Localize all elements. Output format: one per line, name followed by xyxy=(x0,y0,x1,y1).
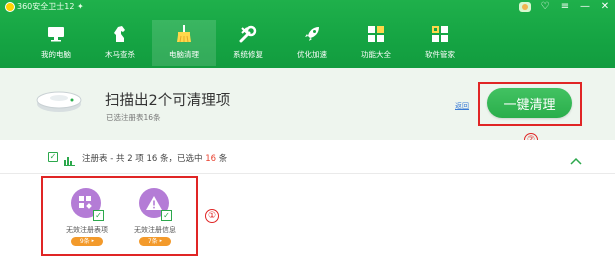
nav-item-all-features[interactable]: 功能大全 xyxy=(344,20,408,66)
selected-count: 16 xyxy=(205,154,217,164)
close-icon[interactable]: ✕ xyxy=(599,1,611,13)
nav-label: 软件管家 xyxy=(425,50,455,59)
category-checkbox[interactable]: ✓ xyxy=(48,152,58,162)
wrench-icon xyxy=(238,24,258,44)
category-count-suffix: 条 xyxy=(216,154,228,164)
top-bar: 360安全卫士12 ✦ ♡ ≡ — ✕ 我的电脑 木马查杀 电脑清理 系统修复 … xyxy=(0,0,615,68)
bar-chart-icon xyxy=(64,151,75,166)
nav-label: 功能大全 xyxy=(361,50,391,59)
scan-result-title: 扫描出2个可清理项 xyxy=(105,93,231,109)
chevron-up-icon[interactable] xyxy=(570,151,582,165)
app-logo-icon xyxy=(5,2,15,12)
cleaning-robot-icon xyxy=(36,80,82,114)
nav-label: 优化加速 xyxy=(297,50,327,59)
category-name: 注册表 xyxy=(82,154,108,164)
apps-grid-icon xyxy=(366,24,386,44)
return-link[interactable]: 返回 xyxy=(455,101,469,111)
nav-item-optimize[interactable]: 优化加速 xyxy=(280,20,344,66)
title-bar: 360安全卫士12 ✦ ♡ ≡ — ✕ xyxy=(0,0,615,14)
skin-icon[interactable]: ♡ xyxy=(539,1,551,13)
scan-result-subtitle: 已选注册表16条 xyxy=(106,113,161,122)
category-summary: 注册表 - 共 2 项 16 条，已选中 16 条 xyxy=(82,152,227,164)
horse-icon xyxy=(110,24,130,44)
category-count-text: - 共 2 项 16 条，已选中 xyxy=(107,154,206,164)
broom-icon xyxy=(174,24,194,44)
annotation-box-clean-button xyxy=(478,82,582,126)
nav-item-trojan-scan[interactable]: 木马查杀 xyxy=(88,20,152,66)
nav-item-pc-cleanup[interactable]: 电脑清理 xyxy=(152,20,216,66)
annotation-marker-1: ① xyxy=(205,209,219,223)
nav-item-system-repair[interactable]: 系统修复 xyxy=(216,20,280,66)
nav-label: 电脑清理 xyxy=(169,50,199,59)
annotation-box-items xyxy=(41,176,198,256)
nav-item-software-manager[interactable]: 软件管家 xyxy=(408,20,472,66)
user-avatar[interactable] xyxy=(519,2,531,12)
nav-label: 我的电脑 xyxy=(41,50,71,59)
software-store-icon xyxy=(430,24,450,44)
registry-category-header[interactable]: ✓ 注册表 - 共 2 项 16 条，已选中 16 条 xyxy=(0,140,615,174)
main-nav: 我的电脑 木马查杀 电脑清理 系统修复 优化加速 功能大全 软件管家 xyxy=(24,20,472,66)
minimize-icon[interactable]: — xyxy=(579,1,591,13)
window-title: 360安全卫士12 ✦ xyxy=(17,2,84,11)
nav-label: 木马查杀 xyxy=(105,50,135,59)
monitor-icon xyxy=(46,24,66,44)
nav-item-my-computer[interactable]: 我的电脑 xyxy=(24,20,88,66)
window-controls: ♡ ≡ — ✕ xyxy=(519,0,611,14)
nav-label: 系统修复 xyxy=(233,50,263,59)
menu-icon[interactable]: ≡ xyxy=(559,1,571,13)
rocket-icon xyxy=(302,24,322,44)
